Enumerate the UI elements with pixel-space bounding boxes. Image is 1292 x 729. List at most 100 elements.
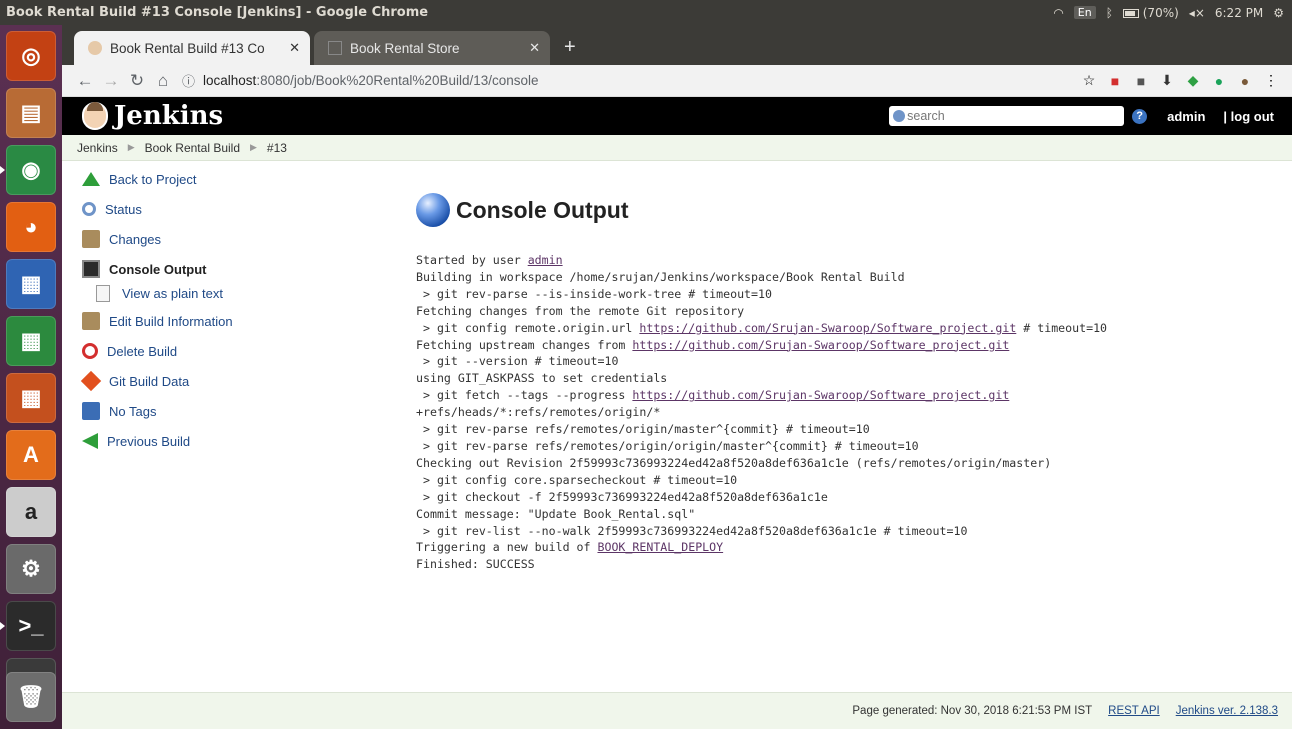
- jenkins-version-link[interactable]: Jenkins ver. 2.138.3: [1176, 705, 1278, 717]
- jenkins-favicon-icon: [88, 41, 102, 55]
- console-line: Building in workspace /home/srujan/Jenki…: [416, 270, 905, 284]
- extension-red-icon[interactable]: ■: [1104, 73, 1126, 89]
- tab-title: Book Rental Store: [350, 40, 460, 56]
- firefox-icon[interactable]: ◕: [6, 202, 56, 252]
- console-line: > git config remote.origin.url https://g…: [416, 321, 1107, 335]
- breadcrumb-book-rental-build[interactable]: Book Rental Build: [145, 141, 240, 155]
- trash-icon[interactable]: 🗑: [6, 672, 56, 722]
- console-text: > git rev-parse refs/remotes/origin/mast…: [416, 422, 870, 437]
- page-footer: Page generated: Nov 30, 2018 6:21:53 PM …: [62, 692, 1292, 729]
- files-icon[interactable]: ▤: [6, 88, 56, 138]
- profile-avatar-icon[interactable]: ●: [1234, 73, 1256, 89]
- extension-shield-icon[interactable]: ◆: [1182, 72, 1204, 89]
- ubuntu-dash-icon[interactable]: ◎: [6, 31, 56, 81]
- new-tab-button[interactable]: +: [554, 36, 586, 65]
- power-gear-icon[interactable]: ⚙: [1273, 6, 1284, 20]
- console-link[interactable]: https://github.com/Srujan-Swaroop/Softwa…: [639, 321, 1016, 335]
- extension-selenium-icon[interactable]: ■: [1130, 73, 1152, 89]
- magnifier-icon: [82, 202, 96, 216]
- git-icon: [80, 370, 102, 392]
- task-label: View as plain text: [122, 285, 223, 301]
- address-toolbar: ← → ↻ ⌂ ⓘ localhost :8080/job/Book%20Ren…: [62, 65, 1292, 97]
- task-changes[interactable]: Changes: [62, 224, 392, 254]
- console-link[interactable]: https://github.com/Srujan-Swaroop/Softwa…: [632, 338, 1009, 352]
- wifi-icon[interactable]: ◠: [1053, 6, 1063, 20]
- search-icon: [893, 110, 906, 122]
- console-text: > git rev-parse refs/remotes/origin/orig…: [416, 438, 919, 453]
- chrome-icon[interactable]: ◉: [0, 145, 56, 195]
- battery-indicator[interactable]: (70%): [1122, 6, 1179, 20]
- console-text: > git checkout -f 2f59993c736993224ed42a…: [416, 489, 828, 504]
- jenkins-logo[interactable]: Jenkins: [62, 101, 362, 131]
- breadcrumb-jenkins[interactable]: Jenkins: [77, 141, 118, 155]
- system-tray: ◠ En ᛒ (70%) ◂× 6:22 PM ⚙: [1053, 6, 1292, 20]
- bluetooth-icon[interactable]: ᛒ: [1106, 6, 1113, 20]
- close-tab-icon[interactable]: ✕: [289, 40, 300, 56]
- clock[interactable]: 6:22 PM: [1215, 6, 1263, 20]
- back-arrow-icon[interactable]: ←: [72, 71, 98, 91]
- page-title-row: Console Output: [416, 186, 1276, 234]
- settings-icon[interactable]: ⚙: [6, 544, 56, 594]
- extension-green-icon[interactable]: ●: [1208, 73, 1230, 89]
- task-label: Git Build Data: [109, 373, 190, 389]
- bookmark-star-icon[interactable]: ☆: [1078, 72, 1100, 89]
- console-text: > git rev-parse --is-inside-work-tree # …: [416, 286, 772, 301]
- user-link[interactable]: admin: [1167, 109, 1205, 124]
- rest-api-link[interactable]: REST API: [1108, 705, 1160, 717]
- task-label: Back to Project: [109, 171, 197, 187]
- search-box[interactable]: search: [889, 106, 1125, 126]
- volume-muted-icon[interactable]: ◂×: [1189, 6, 1205, 20]
- breadcrumb-separator-icon[interactable]: ▶: [128, 142, 135, 153]
- console-text: Started by user: [416, 253, 528, 267]
- libreoffice-calc-icon[interactable]: ▦: [6, 316, 56, 366]
- close-tab-icon[interactable]: ✕: [529, 40, 540, 56]
- libreoffice-impress-icon[interactable]: ▦: [6, 373, 56, 423]
- console-line: Finished: SUCCESS: [416, 557, 535, 571]
- console-line: > git config core.sparsecheckout # timeo…: [416, 473, 737, 487]
- console-line: > git --version # timeout=10: [416, 354, 618, 368]
- task-back-to-project[interactable]: Back to Project: [62, 164, 392, 194]
- search-input[interactable]: search: [907, 109, 945, 123]
- url-host: localhost: [203, 73, 257, 88]
- task-delete-build[interactable]: Delete Build: [62, 336, 392, 366]
- forward-arrow-icon[interactable]: →: [98, 71, 124, 91]
- keyboard-layout-indicator[interactable]: En: [1073, 6, 1096, 19]
- task-label: Previous Build: [107, 433, 191, 449]
- tab-book-rental-store[interactable]: Book Rental Store ✕: [314, 31, 550, 65]
- amazon-icon[interactable]: a: [6, 487, 56, 537]
- chrome-menu-icon[interactable]: ⋮: [1260, 72, 1282, 89]
- breadcrumb-build-13[interactable]: #13: [267, 141, 287, 155]
- reload-icon[interactable]: ↻: [124, 71, 150, 91]
- console-output-text: Started by user admin Building in worksp…: [416, 252, 1276, 573]
- chrome-window: Book Rental Build #13 Co ✕ Book Rental S…: [62, 25, 1292, 729]
- console-link[interactable]: BOOK_RENTAL_DEPLOY: [597, 540, 723, 554]
- breadcrumb-separator-icon[interactable]: ▶: [250, 142, 257, 153]
- console-line: Triggering a new build of BOOK_RENTAL_DE…: [416, 540, 723, 554]
- task-label: Delete Build: [107, 343, 178, 359]
- task-label: Edit Build Information: [109, 313, 233, 329]
- logout-link[interactable]: | log out: [1223, 109, 1274, 124]
- tab-jenkins-console[interactable]: Book Rental Build #13 Co ✕: [74, 31, 310, 65]
- task-status[interactable]: Status: [62, 194, 392, 224]
- main-panel: Console Output Started by user admin Bui…: [416, 186, 1276, 573]
- task-no-tags[interactable]: No Tags: [62, 396, 392, 426]
- console-text: Fetching changes from the remote Git rep…: [416, 303, 745, 318]
- console-text: # timeout=10: [1016, 320, 1108, 335]
- home-icon[interactable]: ⌂: [150, 71, 176, 91]
- task-previous-build[interactable]: Previous Build: [62, 426, 392, 456]
- task-edit-build-information[interactable]: Edit Build Information: [62, 306, 392, 336]
- console-orb-icon: [416, 193, 450, 227]
- terminal-icon[interactable]: >_: [0, 601, 56, 651]
- software-center-icon[interactable]: A: [6, 430, 56, 480]
- download-arrow-icon[interactable]: ⬇: [1156, 72, 1178, 89]
- libreoffice-writer-icon[interactable]: ▦: [6, 259, 56, 309]
- page-title: Console Output: [456, 196, 629, 223]
- address-bar[interactable]: ⓘ localhost :8080/job/Book%20Rental%20Bu…: [182, 71, 1066, 90]
- help-icon[interactable]: ?: [1132, 108, 1148, 124]
- task-view-as-plain-text[interactable]: View as plain text: [62, 280, 392, 306]
- task-git-build-data[interactable]: Git Build Data: [62, 366, 392, 396]
- console-line: > git fetch --tags --progress https://gi…: [416, 388, 1009, 402]
- console-link[interactable]: admin: [528, 253, 563, 267]
- console-link[interactable]: https://github.com/Srujan-Swaroop/Softwa…: [632, 388, 1009, 402]
- info-icon[interactable]: ⓘ: [182, 71, 195, 90]
